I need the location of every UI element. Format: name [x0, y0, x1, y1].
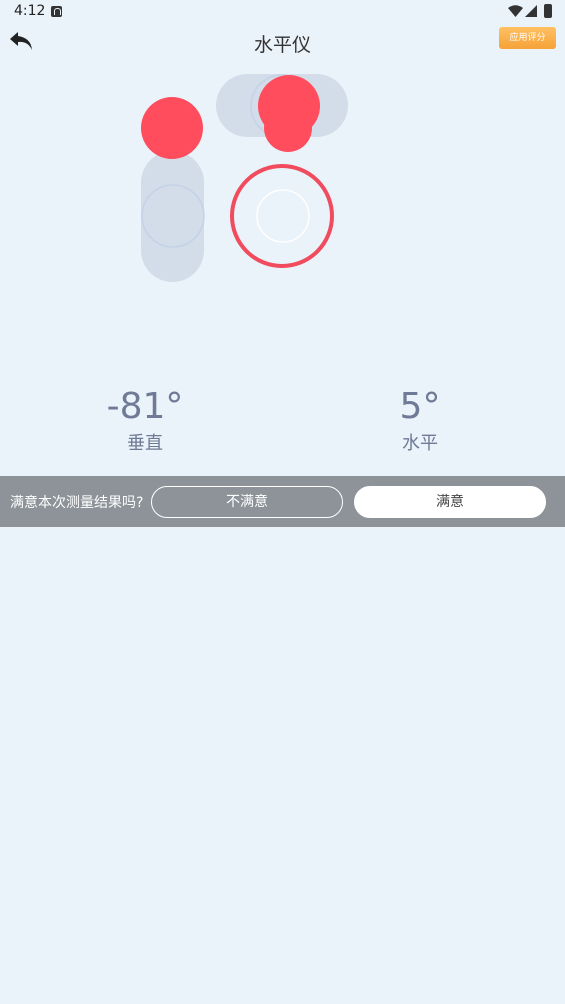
circular-level-ring [230, 164, 334, 268]
circular-level-center [256, 189, 310, 243]
horizontal-bubble [258, 75, 320, 137]
screen: 4:12 水平仪 应用评分 -81° 垂直 5° 水平 满意本次测量结果吗? 不… [0, 0, 565, 1004]
rate-app-button[interactable]: 应用评分 [499, 27, 556, 49]
feedback-question: 满意本次测量结果吗? [10, 495, 144, 511]
unsatisfied-button[interactable]: 不满意 [151, 486, 343, 518]
notification-icon [51, 6, 62, 17]
vertical-angle-label: 垂直 [127, 433, 163, 454]
bubble-level [141, 74, 348, 282]
status-time: 4:12 [14, 3, 46, 19]
signal-icon [525, 5, 537, 17]
status-bar: 4:12 [0, 0, 565, 24]
vertical-bubble [141, 97, 203, 159]
battery-icon [544, 4, 552, 18]
page-title: 水平仪 [253, 34, 311, 56]
vertical-tube [141, 151, 204, 282]
vertical-readout: -81° 垂直 [80, 386, 210, 455]
horizontal-readout: 5° 水平 [355, 386, 485, 455]
horizontal-angle-value: 5° [399, 386, 441, 427]
horizontal-angle-label: 水平 [402, 433, 438, 454]
vertical-angle-value: -81° [106, 386, 184, 427]
feedback-bar: 满意本次测量结果吗? 不满意 满意 [0, 476, 565, 527]
wifi-icon [508, 5, 523, 17]
satisfied-button[interactable]: 满意 [354, 486, 546, 518]
